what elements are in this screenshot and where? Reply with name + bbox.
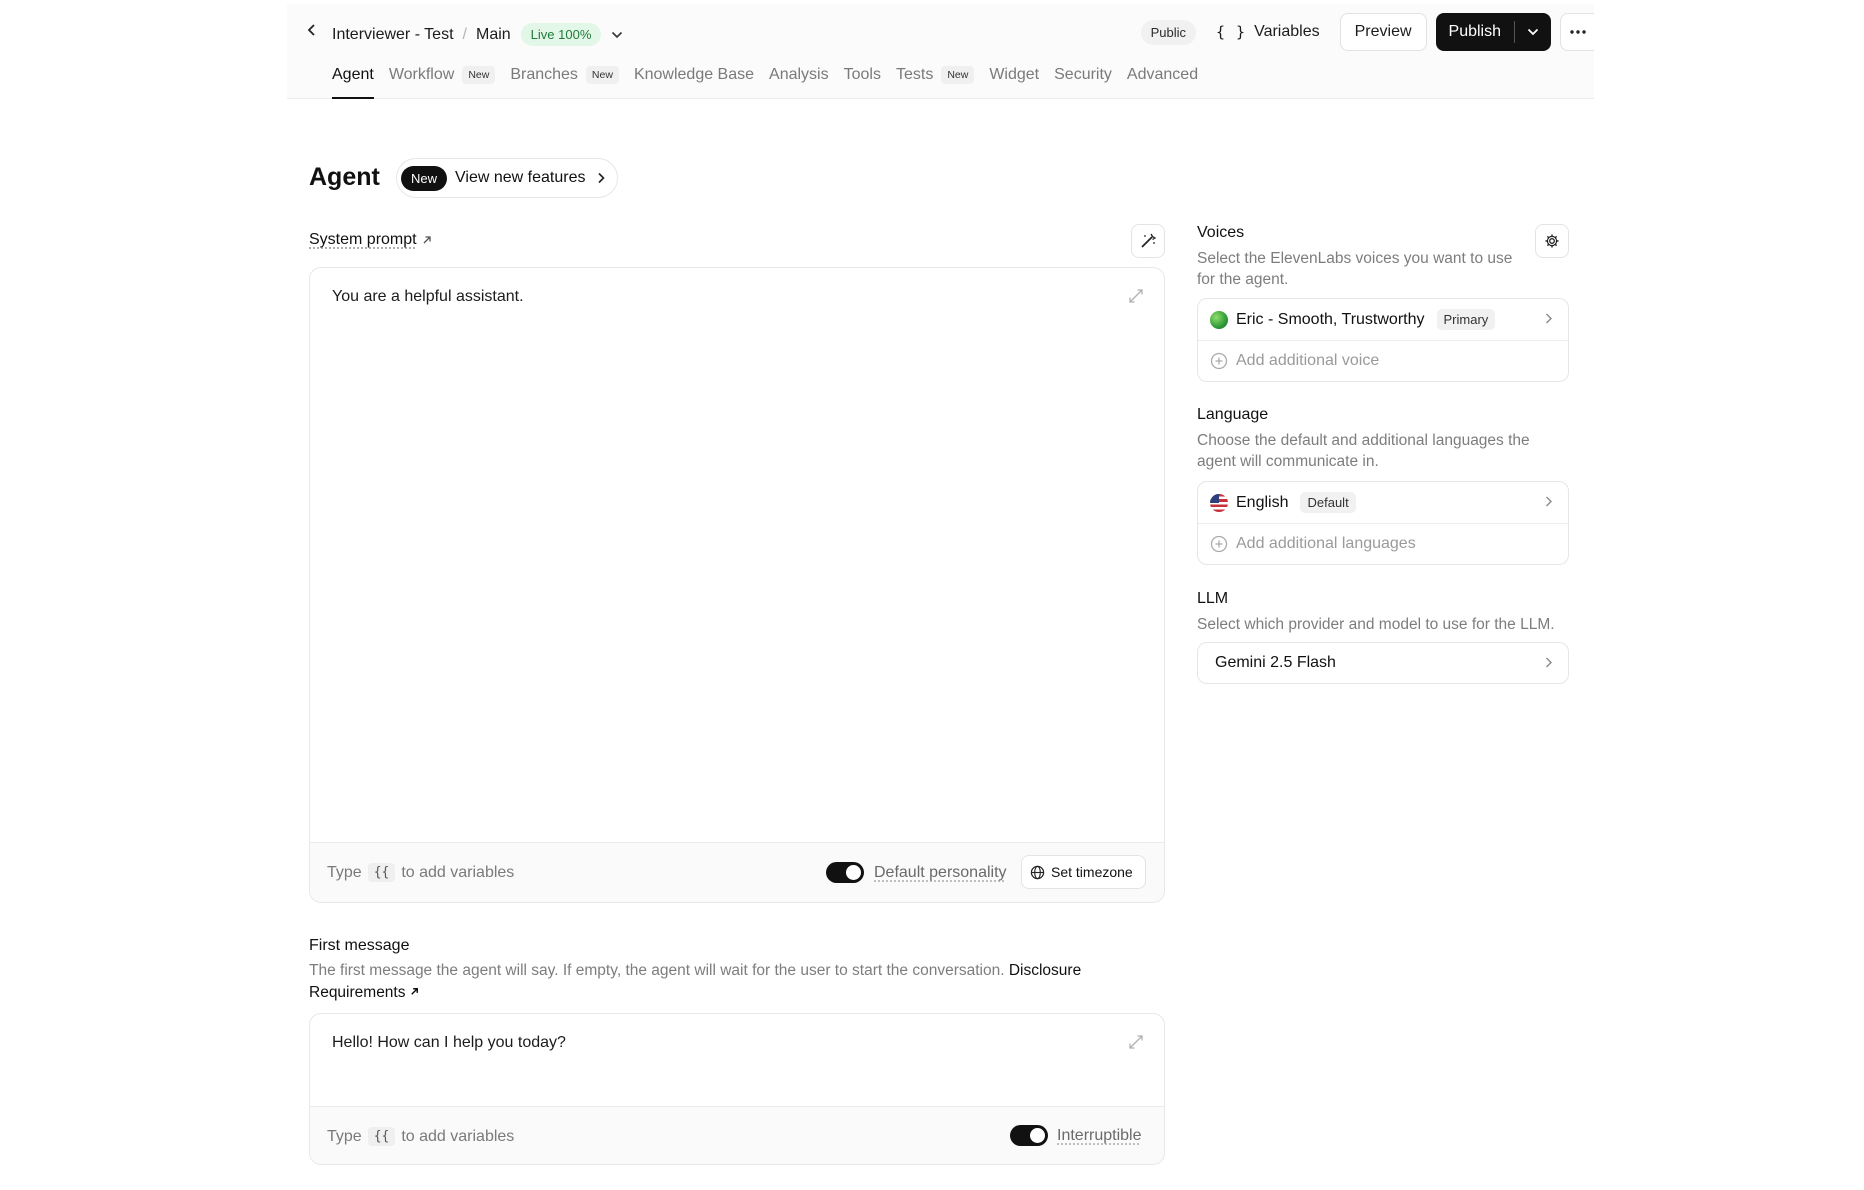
top-header: Interviewer - Test / Main Live 100% Publ… (287, 4, 1594, 99)
expand-icon[interactable] (1128, 1034, 1144, 1055)
language-card: English Default Add additional languages (1197, 481, 1569, 565)
plus-circle-icon (1210, 535, 1228, 553)
language-description: Choose the default and additional langua… (1197, 432, 1530, 470)
breadcrumb: Interviewer - Test / Main Live 100% (332, 23, 623, 46)
language-section: Language Choose the default and addition… (1197, 406, 1569, 472)
tab-analysis[interactable]: Analysis (769, 64, 829, 86)
first-message-description: The first message the agent will say. If… (309, 962, 1082, 1001)
tab-agent[interactable]: Agent (332, 64, 374, 99)
add-voice-label: Add additional voice (1236, 352, 1380, 369)
default-badge: Default (1300, 492, 1356, 513)
gear-icon[interactable] (1535, 224, 1569, 258)
add-language-label: Add additional languages (1236, 535, 1416, 552)
add-language-button[interactable]: Add additional languages (1198, 523, 1568, 564)
plus-circle-icon (1210, 352, 1228, 370)
new-badge: New (462, 66, 496, 84)
breadcrumb-project[interactable]: Interviewer - Test (332, 26, 454, 44)
chevron-right-icon (598, 172, 606, 184)
new-badge: New (941, 66, 975, 84)
llm-section: LLM Select which provider and model to u… (1197, 590, 1569, 635)
view-new-features-label: View new features (455, 169, 586, 186)
variable-syntax-code: {{ (367, 1127, 396, 1146)
us-flag-icon (1210, 493, 1228, 512)
llm-description: Select which provider and model to use f… (1197, 616, 1555, 633)
interruptible-control: Interruptible (1010, 1125, 1142, 1146)
chevron-right-icon (1546, 313, 1552, 324)
tab-widget[interactable]: Widget (989, 64, 1039, 86)
external-link-icon (410, 988, 418, 995)
set-timezone-label: Set timezone (1051, 864, 1133, 880)
llm-title: LLM (1197, 590, 1229, 607)
external-link-icon (423, 236, 431, 244)
public-badge: Public (1140, 19, 1196, 45)
breadcrumb-branch[interactable]: Main (476, 26, 511, 44)
back-icon[interactable] (301, 19, 323, 41)
voices-card: Eric - Smooth, Trustworthy Primary Add a… (1197, 298, 1569, 382)
set-timezone-button[interactable]: Set timezone (1021, 855, 1146, 889)
system-prompt-footer: Type {{ to add variables Default persona… (310, 842, 1164, 902)
language-name: English (1236, 493, 1289, 511)
tab-advanced[interactable]: Advanced (1127, 64, 1198, 86)
first-message-text[interactable]: Hello! How can I help you today? (332, 1034, 566, 1052)
variable-syntax-code: {{ (367, 863, 396, 882)
add-voice-button[interactable]: Add additional voice (1198, 340, 1568, 381)
voice-name: Eric - Smooth, Trustworthy (1236, 310, 1425, 328)
more-options-icon[interactable] (1560, 13, 1594, 51)
tab-workflow[interactable]: Workflow New (389, 64, 496, 86)
tab-knowledge-base[interactable]: Knowledge Base (634, 64, 754, 86)
default-personality-toggle[interactable] (826, 862, 864, 883)
variables-label: Variables (1254, 23, 1320, 40)
voices-description: Select the ElevenLabs voices you want to… (1197, 250, 1513, 288)
interruptible-toggle[interactable] (1010, 1125, 1048, 1146)
first-message-editor[interactable]: Hello! How can I help you today? Type {{… (309, 1013, 1165, 1165)
view-new-features-button[interactable]: New View new features (396, 158, 619, 198)
language-title: Language (1197, 406, 1269, 423)
chevron-right-icon (1546, 496, 1552, 507)
chevron-right-icon (1546, 657, 1552, 668)
voices-section: Voices Select the ElevenLabs voices you … (1197, 224, 1569, 290)
voice-item[interactable]: Eric - Smooth, Trustworthy Primary (1198, 299, 1568, 340)
tab-branches[interactable]: Branches New (510, 64, 619, 86)
publish-button[interactable]: Publish (1436, 23, 1514, 41)
default-personality-label[interactable]: Default personality (874, 864, 1007, 882)
preview-button[interactable]: Preview (1339, 13, 1427, 51)
system-prompt-text[interactable]: You are a helpful assistant. (332, 288, 524, 306)
voices-title: Voices (1197, 224, 1245, 241)
page-title: Agent (309, 163, 380, 191)
system-prompt-link[interactable]: System prompt (309, 231, 433, 249)
expand-icon[interactable] (1128, 288, 1144, 309)
variables-button[interactable]: { } Variables (1216, 23, 1320, 41)
system-prompt-label: System prompt (309, 231, 417, 248)
chevron-down-icon[interactable] (611, 31, 623, 39)
header-actions: Public { } Variables Preview Publish (1140, 12, 1594, 52)
llm-model-select[interactable]: Gemini 2.5 Flash (1197, 642, 1569, 684)
live-status-badge: Live 100% (520, 23, 602, 46)
first-message-label: First message (309, 937, 410, 954)
tab-tools[interactable]: Tools (844, 64, 881, 86)
publish-options-chevron-icon[interactable] (1515, 13, 1551, 51)
tab-bar: Agent Workflow New Branches New Knowledge … (332, 64, 1213, 99)
tab-security[interactable]: Security (1054, 64, 1112, 86)
tab-tests[interactable]: Tests New (896, 64, 975, 86)
breadcrumb-separator: / (462, 25, 467, 43)
new-badge: New (585, 66, 619, 84)
primary-badge: Primary (1436, 309, 1496, 330)
header-row: Interviewer - Test / Main Live 100% Publ… (287, 4, 1594, 59)
interruptible-label[interactable]: Interruptible (1057, 1127, 1142, 1145)
language-item[interactable]: English Default (1198, 482, 1568, 523)
default-personality-control: Default personality (826, 862, 1007, 883)
publish-button-group: Publish (1435, 13, 1551, 51)
globe-icon (1030, 865, 1045, 879)
llm-model-name: Gemini 2.5 Flash (1215, 654, 1336, 671)
braces-icon: { } (1216, 23, 1247, 41)
new-badge: New (401, 165, 448, 191)
magic-wand-icon[interactable] (1131, 224, 1165, 258)
voice-avatar (1210, 310, 1228, 329)
first-message-footer: Type {{ to add variables Interruptible (310, 1106, 1164, 1164)
variables-hint: Type {{ to add variables (327, 863, 515, 882)
variables-hint: Type {{ to add variables (327, 1127, 515, 1146)
system-prompt-editor[interactable]: You are a helpful assistant. Type {{ to … (309, 267, 1165, 903)
